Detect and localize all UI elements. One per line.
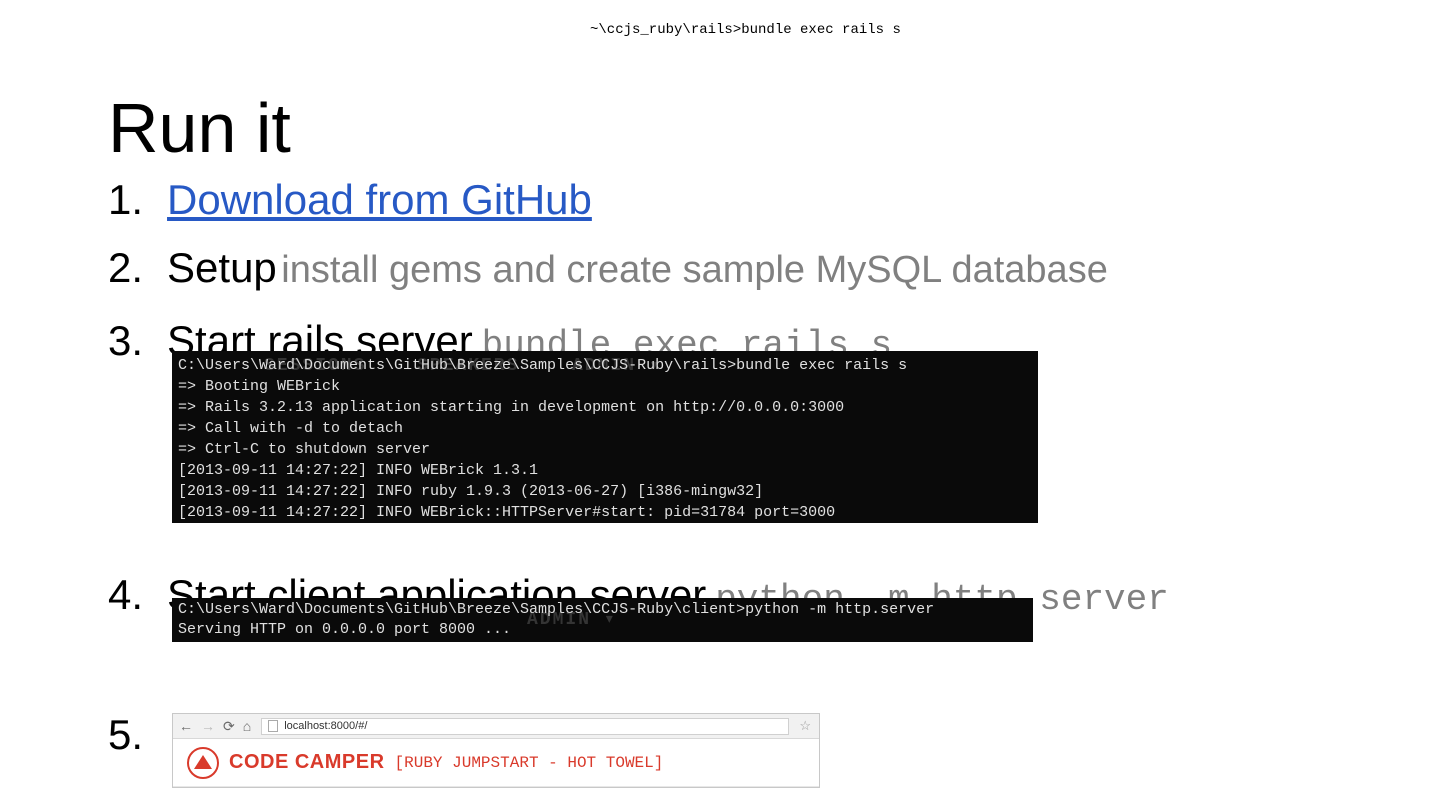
terminal-line: [2013-09-11 14:27:22] INFO ruby 1.9.3 (2… <box>178 481 1032 502</box>
app-tagline: [RUBY JUMPSTART - HOT TOWEL] <box>395 754 664 772</box>
step-label: Setup <box>167 244 277 291</box>
bookmark-star-icon[interactable]: ☆ <box>799 718 813 734</box>
terminal-line: => Rails 3.2.13 application starting in … <box>178 397 1032 418</box>
ghost-nav-admin: ADMIN <box>527 610 591 630</box>
forward-icon[interactable]: → <box>201 719 215 733</box>
top-command-path: ~\ccjs_ruby\rails>bundle exec rails s <box>590 22 901 38</box>
step-subtext: install gems and create sample MySQL dat… <box>281 249 1108 291</box>
slide-title: Run it <box>108 88 291 168</box>
terminal-rails: SESSIONS SPEAKERS ADMIN ▾ C:\Users\Ward\… <box>172 351 1038 523</box>
terminal-python: ADMIN ▾ C:\Users\Ward\Documents\GitHub\B… <box>172 598 1033 642</box>
ghost-nav-sessions: SESSIONS <box>264 356 366 376</box>
app-logo-icon <box>187 747 219 779</box>
browser-window: ← → ⟳ ⌂ localhost:8000/#/ ☆ CODE CAMPER … <box>172 713 820 788</box>
terminal-line: => Ctrl-C to shutdown server <box>178 439 1032 460</box>
download-github-link[interactable]: Download from GitHub <box>167 176 592 224</box>
step-5: 5. <box>108 711 143 759</box>
chevron-down-icon: ▾ <box>649 356 662 376</box>
terminal-line: [2013-09-11 14:27:22] INFO WEBrick 1.3.1 <box>178 460 1032 481</box>
step-1: 1. Download from GitHub <box>108 176 592 224</box>
app-brand: CODE CAMPER <box>229 751 385 774</box>
terminal-line: => Call with -d to detach <box>178 418 1032 439</box>
page-icon <box>268 720 278 732</box>
reload-icon[interactable]: ⟳ <box>223 719 235 733</box>
step-number: 2. <box>108 244 143 292</box>
address-bar[interactable]: localhost:8000/#/ <box>261 718 789 735</box>
chevron-down-icon: ▾ <box>604 610 617 630</box>
home-icon[interactable]: ⌂ <box>243 719 251 733</box>
ghost-nav-speakers: SPEAKERS <box>417 356 519 376</box>
browser-toolbar: ← → ⟳ ⌂ localhost:8000/#/ ☆ <box>173 714 819 739</box>
url-text: localhost:8000/#/ <box>284 720 367 732</box>
step-number: 1. <box>108 176 143 224</box>
step-number: 5. <box>108 711 143 759</box>
ghost-nav-admin: ADMIN <box>572 356 636 376</box>
terminal-line: => Booting WEBrick <box>178 376 1032 397</box>
app-header: CODE CAMPER [RUBY JUMPSTART - HOT TOWEL] <box>173 739 819 787</box>
step-2: 2. Setup install gems and create sample … <box>108 244 1108 292</box>
back-icon[interactable]: ← <box>179 719 193 733</box>
step-number: 3. <box>108 317 143 365</box>
terminal-line: [2013-09-11 14:27:22] INFO WEBrick::HTTP… <box>178 502 1032 523</box>
step-number: 4. <box>108 571 143 619</box>
